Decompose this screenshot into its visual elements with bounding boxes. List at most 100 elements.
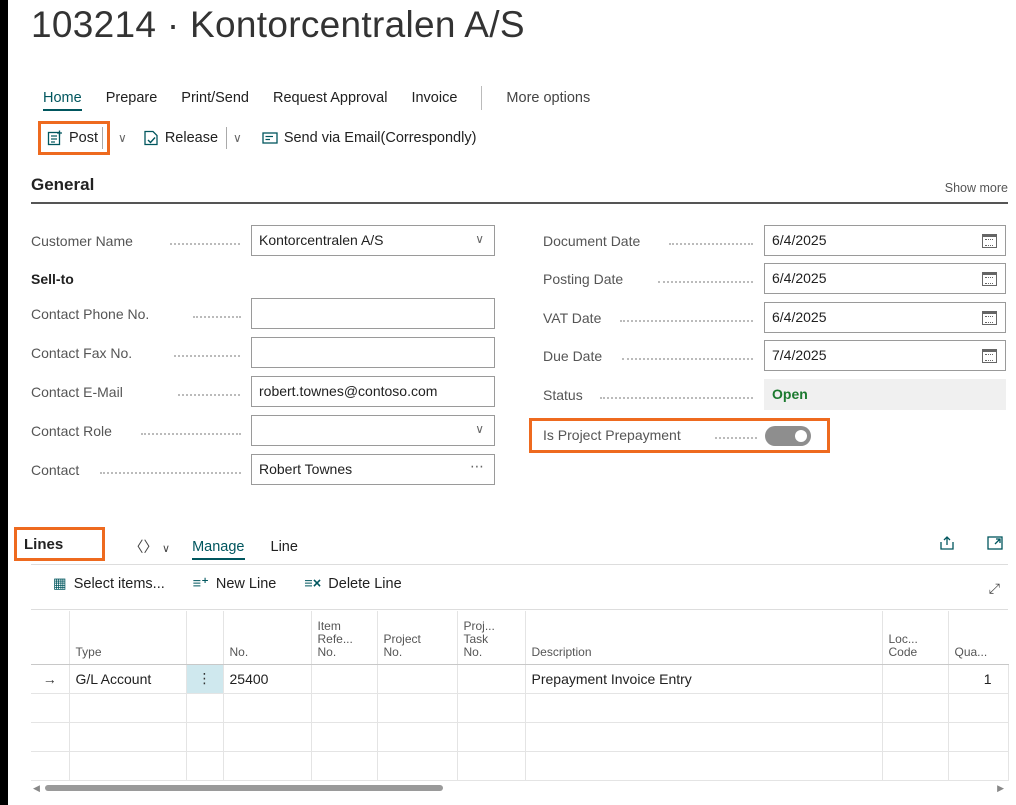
post-icon [47, 130, 62, 146]
release-split-divider [226, 127, 228, 149]
contact-fax-field[interactable] [251, 337, 495, 368]
vat-date-field[interactable]: 6/4/2025 [764, 302, 1006, 333]
release-icon [144, 130, 158, 146]
lines-tabs: 〈〉 ∨ Manage Line [129, 536, 324, 560]
header-line: No. [317, 644, 337, 659]
status-field: Open [764, 379, 1006, 410]
column-header-project-task-no[interactable]: Proj... Task No. [456, 611, 525, 665]
scrollbar-thumb[interactable] [45, 785, 443, 791]
posting-date-field[interactable]: 6/4/2025 [764, 263, 1006, 294]
contact-fax-label: Contact Fax No. [31, 345, 133, 361]
column-header-quantity[interactable]: Qua... [947, 611, 1008, 665]
scroll-right-arrow-icon[interactable]: ▶ [997, 783, 1004, 794]
tab-prepare[interactable]: Prepare [106, 90, 158, 106]
table-row[interactable] [31, 750, 1009, 781]
contact-email-label: Contact E-Mail [31, 384, 123, 400]
customer-name-value: Kontorcentralen A/S [259, 232, 384, 248]
contact-value: Robert Townes [259, 461, 353, 477]
leader-dots [669, 243, 753, 245]
share-icon[interactable] [938, 534, 956, 552]
calendar-icon[interactable] [982, 234, 997, 248]
pin-icon[interactable]: ⤢ [989, 580, 1000, 597]
select-items-button[interactable]: ▦ Select items... [53, 576, 165, 592]
cell-project-task-no[interactable] [456, 663, 526, 694]
horizontal-scrollbar[interactable]: ◀ ▶ [31, 781, 1008, 795]
lines-options-button[interactable]: 〈〉 ∨ [129, 536, 170, 557]
is-project-prepayment-toggle[interactable] [765, 426, 811, 446]
tab-print-send[interactable]: Print/Send [181, 90, 249, 106]
due-date-value: 7/4/2025 [772, 347, 827, 363]
post-dropdown-chevron-icon[interactable]: ∨ [118, 131, 127, 145]
contact-field[interactable]: Robert Townes ⋯ [251, 454, 495, 485]
send-via-email-button[interactable]: Send via Email(Correspondly) [262, 130, 476, 146]
select-items-label: Select items... [73, 576, 165, 592]
contact-phone-field[interactable] [251, 298, 495, 329]
is-project-prepayment-highlight: Is Project Prepayment [529, 418, 830, 453]
release-dropdown-chevron-icon[interactable]: ∨ [233, 131, 242, 145]
column-header-indicator [31, 611, 69, 665]
post-button[interactable]: Post [47, 130, 98, 146]
contact-email-field[interactable]: robert.townes@contoso.com [251, 376, 495, 407]
table-row[interactable] [31, 721, 1009, 752]
cell-project-no[interactable] [376, 663, 458, 694]
release-label: Release [164, 130, 219, 146]
due-date-field[interactable]: 7/4/2025 [764, 340, 1006, 371]
chevron-down-icon[interactable]: ∨ [475, 232, 484, 246]
cell-description[interactable]: Prepayment Invoice Entry [524, 663, 883, 694]
document-date-value: 6/4/2025 [772, 232, 827, 248]
post-highlight: Post [38, 121, 111, 155]
leader-dots [600, 397, 753, 399]
tab-request-approval[interactable]: Request Approval [273, 90, 387, 106]
status-label: Status [543, 387, 583, 403]
column-header-type[interactable]: Type [68, 611, 186, 665]
calendar-icon[interactable] [982, 311, 997, 325]
customer-name-field[interactable]: Kontorcentralen A/S ∨ [251, 225, 495, 256]
status-value: Open [772, 386, 808, 402]
contact-role-field[interactable]: ∨ [251, 415, 495, 446]
delete-line-icon: ≡× [304, 576, 322, 592]
table-row[interactable]: → G/L Account ⋮ 25400 Prepayment Invoice… [31, 663, 1009, 694]
tab-invoice[interactable]: Invoice [411, 90, 457, 106]
cell-quantity[interactable]: 1 [947, 663, 1009, 694]
chevron-down-icon[interactable]: ∨ [475, 422, 484, 436]
lines-tab-line[interactable]: Line [271, 539, 298, 555]
expand-icon[interactable] [986, 534, 1004, 552]
tab-more-options[interactable]: More options [506, 90, 590, 106]
column-header-project-no[interactable]: Project No. [376, 611, 457, 665]
lines-actions [938, 534, 1004, 552]
calendar-icon[interactable] [982, 272, 997, 286]
cell-no[interactable]: 25400 [222, 663, 312, 694]
column-header-item-reference[interactable]: Item Refe... No. [310, 611, 377, 665]
header-line: No. [383, 644, 403, 659]
delete-line-button[interactable]: ≡× Delete Line [304, 576, 401, 592]
calendar-icon[interactable] [982, 349, 997, 363]
page-title: 103214 · Kontorcentralen A/S [31, 4, 525, 45]
toolbar: Post ∨ Release ∨ Send via Email(Correspo… [38, 120, 476, 156]
ellipsis-icon[interactable]: ⋯ [470, 458, 484, 475]
scroll-left-arrow-icon[interactable]: ◀ [33, 783, 40, 794]
cell-item-reference[interactable] [310, 663, 378, 694]
header-line: Project [383, 631, 421, 646]
cell-type[interactable]: G/L Account [68, 663, 187, 694]
new-line-button[interactable]: ≡⁺ New Line [193, 576, 277, 592]
tab-home[interactable]: Home [43, 90, 82, 111]
posting-date-value: 6/4/2025 [772, 270, 827, 286]
due-date-label: Due Date [543, 348, 603, 364]
lines-divider [31, 564, 1008, 565]
column-header-location-code[interactable]: Loc... Code [881, 611, 948, 665]
column-header-menu [185, 611, 223, 665]
leader-dots [193, 316, 241, 318]
document-date-field[interactable]: 6/4/2025 [764, 225, 1006, 256]
action-tabs: Home Prepare Print/Send Request Approval… [43, 86, 614, 111]
contact-role-label: Contact Role [31, 423, 112, 439]
leader-dots [658, 281, 753, 283]
row-menu-icon[interactable]: ⋮ [185, 663, 224, 694]
lines-tab-manage[interactable]: Manage [192, 539, 245, 560]
column-header-no[interactable]: No. [222, 611, 311, 665]
release-button[interactable]: Release [143, 130, 218, 146]
column-header-description[interactable]: Description [524, 611, 882, 665]
table-row[interactable] [31, 692, 1009, 723]
chevron-down-icon: ∨ [162, 543, 171, 555]
cell-location-code[interactable] [881, 663, 949, 694]
show-more-link[interactable]: Show more [945, 181, 1008, 195]
